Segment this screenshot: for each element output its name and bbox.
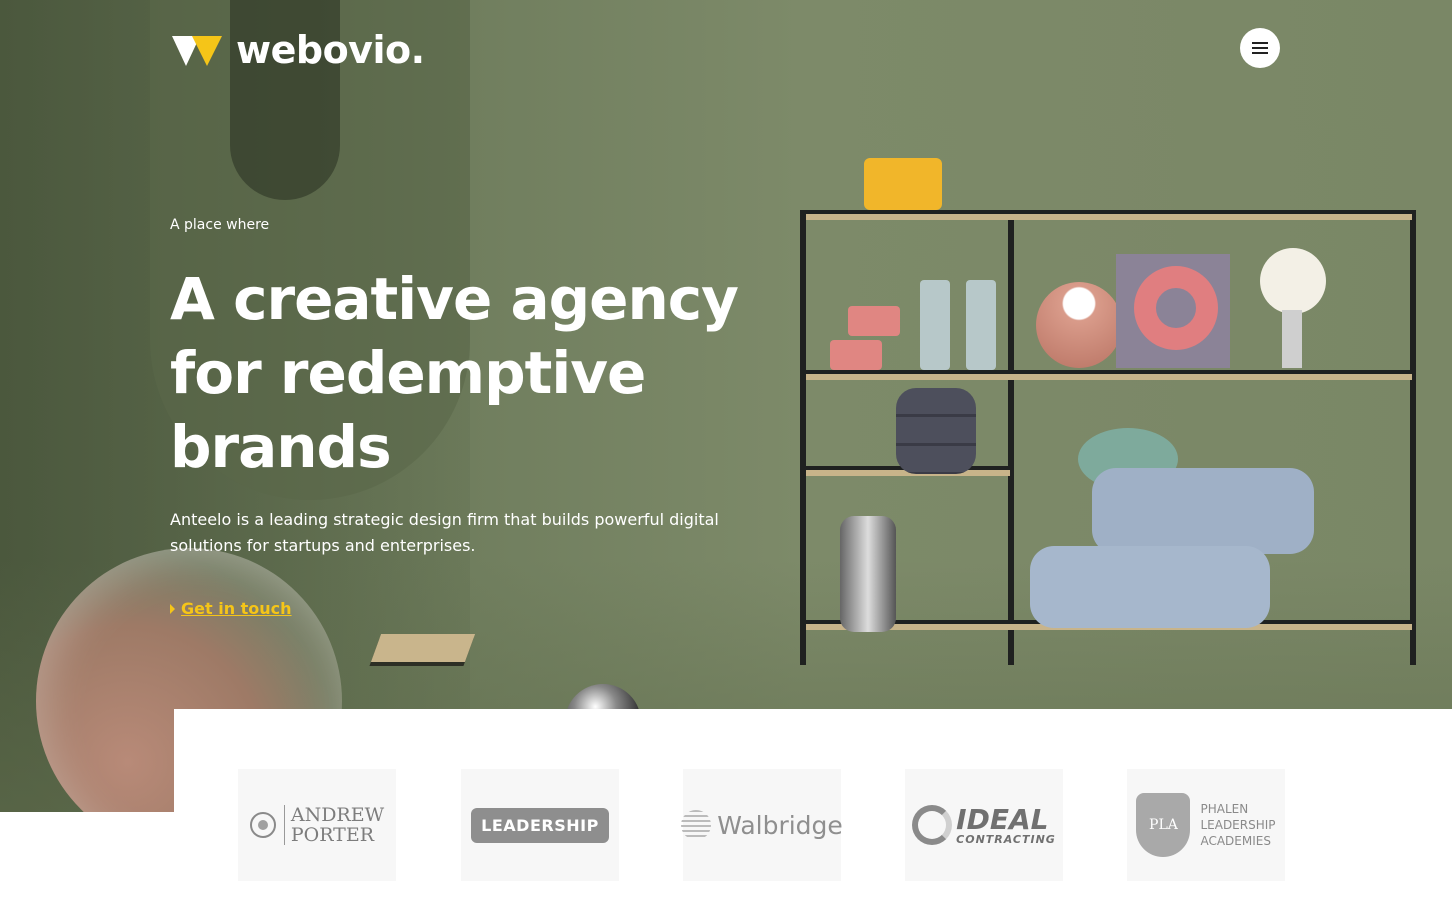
client-logo-leadership: LEADERSHIP [461,769,619,881]
client-logo-ideal-contracting: IDEAL CONTRACTING [905,769,1063,881]
caret-right-icon [170,603,175,614]
peach-sphere [1036,282,1122,368]
hero-shelf-illustration [800,158,1420,665]
hero-intro: Anteelo is a leading strategic design fi… [170,510,719,555]
site-logo[interactable]: webovio. [172,28,425,72]
walbridge-globe-icon [681,810,712,840]
client-logos-section: ANDREW PORTER LEADERSHIP Walbridge IDEAL… [174,709,1452,918]
hero-headline: A creative agency for redemptive brands [170,262,770,484]
bottle-2 [966,280,996,370]
menu-button[interactable] [1240,28,1280,68]
pink-jar [848,306,900,336]
client-logo-andrew-porter: ANDREW PORTER [238,769,396,881]
headline-line-1: A creative agency [170,265,739,333]
lamp-stem [1282,310,1302,368]
bottle [920,280,950,370]
pink-jar-2 [830,340,882,370]
blue-pillow-2 [1030,546,1270,628]
blue-pillow [1092,468,1314,554]
webovio-logo-icon [172,32,222,68]
chrome-canister [840,516,896,632]
headline-line-2: for redemptive [170,339,646,407]
yellow-box [864,158,942,210]
button-seal-icon [249,812,276,838]
pla-crest-icon: PLA [1136,793,1191,857]
logo-text: webovio. [236,28,425,72]
pink-donut [1134,266,1218,350]
get-in-touch-link[interactable]: Get in touch [170,599,292,618]
client-logo-walbridge: Walbridge [681,769,843,881]
lamp [1260,248,1326,314]
hero-eyebrow: A place where [170,217,270,233]
cta-label: Get in touch [181,599,292,618]
wood-tile [370,634,476,662]
hamburger-icon [1252,42,1268,44]
ideal-ring-icon [912,805,953,845]
dark-stack [896,388,976,474]
client-logo-phalen: PLA PHALEN LEADERSHIP ACADEMIES [1127,769,1285,881]
headline-line-3: brands [170,413,392,481]
